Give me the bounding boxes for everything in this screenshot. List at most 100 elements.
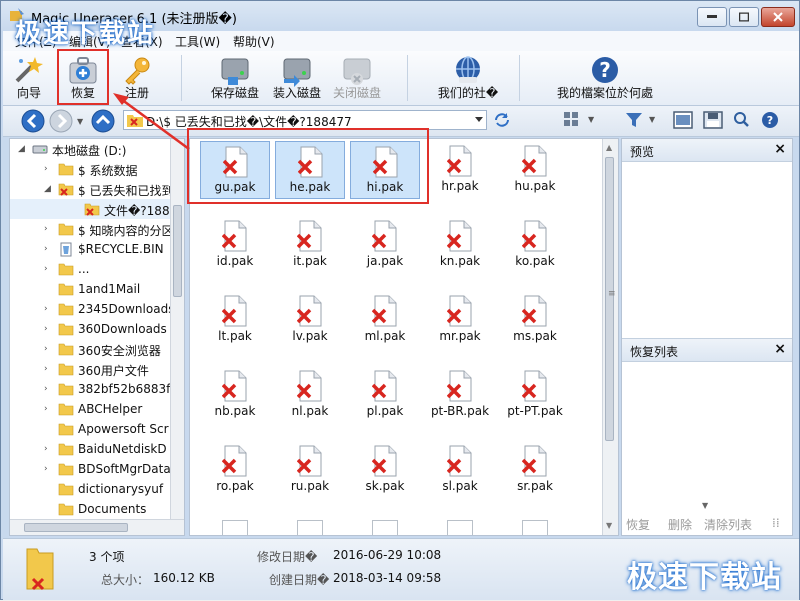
save-disk-button[interactable]: 保存磁盘 bbox=[207, 53, 263, 103]
file-item[interactable]: ro.pak bbox=[200, 441, 270, 499]
more-icon[interactable]: ⁞⁞ bbox=[772, 516, 780, 530]
tree-item[interactable]: › 2345Downloads bbox=[10, 299, 174, 319]
file-item[interactable]: lt.pak bbox=[200, 291, 270, 349]
file-item[interactable]: pt-BR.pak bbox=[425, 366, 495, 424]
refresh-icon[interactable] bbox=[493, 111, 511, 129]
minimize-button[interactable] bbox=[697, 7, 727, 27]
file-item-partial[interactable] bbox=[222, 520, 248, 535]
preview-pane-toggle-icon[interactable] bbox=[673, 111, 693, 129]
expand-arrow-icon[interactable]: › bbox=[44, 344, 48, 354]
tree-item[interactable]: › 360Downloads bbox=[10, 319, 170, 339]
address-dropdown-icon[interactable] bbox=[475, 117, 483, 122]
expand-arrow-icon[interactable]: › bbox=[44, 404, 48, 414]
expand-arrow-icon[interactable]: › bbox=[44, 324, 48, 334]
menu-tools[interactable]: 工具(W) bbox=[175, 33, 220, 50]
view-mode-icon[interactable] bbox=[563, 111, 579, 127]
collapse-arrow-icon[interactable]: ◢ bbox=[44, 184, 51, 194]
menu-help[interactable]: 帮助(V) bbox=[233, 33, 275, 50]
file-location-help-button[interactable]: ? 我的檔案位於何處 bbox=[553, 53, 657, 103]
delete-button[interactable]: 删除 bbox=[668, 516, 692, 533]
tree-scrollbar[interactable] bbox=[170, 139, 184, 519]
mount-disk-button[interactable]: 装入磁盘 bbox=[269, 53, 325, 103]
tree-item[interactable]: Apowersoft Scr bbox=[10, 419, 170, 439]
up-button[interactable] bbox=[91, 109, 115, 133]
tree-item[interactable]: › ABCHelper bbox=[10, 399, 170, 419]
community-button[interactable]: 我们的社� bbox=[435, 53, 501, 103]
expand-arrow-icon[interactable]: › bbox=[44, 384, 48, 394]
expand-arrow-icon[interactable]: › bbox=[44, 224, 48, 234]
file-item[interactable]: nl.pak bbox=[275, 366, 345, 424]
save-view-icon[interactable] bbox=[703, 111, 723, 129]
expand-arrow-icon[interactable]: › bbox=[44, 244, 48, 254]
tree-item[interactable]: › $RECYCLE.BIN bbox=[10, 239, 170, 259]
file-item-partial[interactable] bbox=[372, 520, 398, 535]
expand-arrow-icon[interactable]: › bbox=[44, 164, 48, 174]
file-item[interactable]: pt-PT.pak bbox=[500, 366, 570, 424]
expand-arrow-icon[interactable]: › bbox=[44, 464, 48, 474]
recover-button[interactable]: 恢复 bbox=[61, 53, 105, 103]
tree-item[interactable]: › 382bf52b6883f0 bbox=[10, 379, 178, 399]
scroll-thumb[interactable] bbox=[605, 157, 614, 441]
tree-item[interactable]: › BDSoftMgrData bbox=[10, 459, 171, 479]
tree-item[interactable]: › $ 知晓内容的分区 bbox=[10, 219, 173, 239]
history-dropdown-icon[interactable]: ▼ bbox=[77, 117, 83, 126]
file-item[interactable]: ko.pak bbox=[500, 216, 570, 274]
tree-item[interactable]: Documents bbox=[10, 499, 170, 519]
file-item[interactable]: he.pak bbox=[275, 141, 345, 199]
expand-arrow-icon[interactable]: ▼ bbox=[702, 501, 708, 510]
file-item[interactable]: hr.pak bbox=[425, 141, 495, 199]
file-item[interactable]: id.pak bbox=[200, 216, 270, 274]
expand-arrow-icon[interactable]: › bbox=[44, 364, 48, 374]
search-icon[interactable] bbox=[733, 111, 749, 127]
close-button[interactable] bbox=[761, 7, 795, 27]
file-item[interactable]: ml.pak bbox=[350, 291, 420, 349]
file-item[interactable]: hu.pak bbox=[500, 141, 570, 199]
tree-item[interactable]: 1and1Mail bbox=[10, 279, 170, 299]
file-list-scrollbar[interactable]: ▲ ≡ ▼ bbox=[602, 139, 618, 535]
collapse-arrow-icon[interactable]: ◢ bbox=[18, 144, 25, 154]
file-item[interactable]: ja.pak bbox=[350, 216, 420, 274]
clear-list-button[interactable]: 清除列表 bbox=[704, 516, 752, 533]
scroll-thumb[interactable] bbox=[173, 205, 182, 297]
file-item[interactable]: sk.pak bbox=[350, 441, 420, 499]
file-item[interactable]: hi.pak bbox=[350, 141, 420, 199]
tree-item[interactable]: 文件�?188477 bbox=[10, 199, 184, 219]
scroll-down-icon[interactable]: ▼ bbox=[606, 521, 612, 530]
tree-item[interactable]: › BaiduNetdiskD bbox=[10, 439, 170, 459]
tree-item[interactable]: › $ 系统数据 bbox=[10, 159, 170, 179]
close-preview-icon[interactable]: × bbox=[774, 141, 786, 157]
file-item[interactable]: mr.pak bbox=[425, 291, 495, 349]
file-item[interactable]: gu.pak bbox=[200, 141, 270, 199]
recover-list-button[interactable]: 恢复 bbox=[626, 516, 650, 533]
file-item[interactable]: pl.pak bbox=[350, 366, 420, 424]
file-item-partial[interactable] bbox=[447, 520, 473, 535]
file-item-partial[interactable] bbox=[297, 520, 323, 535]
scroll-up-icon[interactable]: ▲ bbox=[606, 143, 612, 152]
address-input[interactable]: D:\$ 已丢失和已找�\文件�?188477 bbox=[123, 110, 487, 130]
filter-dropdown-icon[interactable]: ▼ bbox=[649, 115, 655, 124]
file-item[interactable]: it.pak bbox=[275, 216, 345, 274]
file-item[interactable]: ms.pak bbox=[500, 291, 570, 349]
tree-item[interactable]: ›... bbox=[10, 259, 170, 279]
filter-icon[interactable] bbox=[625, 111, 643, 129]
view-dropdown-icon[interactable]: ▼ bbox=[588, 115, 594, 124]
register-button[interactable]: 注册 bbox=[117, 53, 157, 103]
file-item[interactable]: nb.pak bbox=[200, 366, 270, 424]
expand-arrow-icon[interactable]: › bbox=[44, 444, 48, 454]
file-item[interactable]: kn.pak bbox=[425, 216, 495, 274]
file-item-partial[interactable] bbox=[522, 520, 548, 535]
tree-item[interactable]: dictionarysyuf bbox=[10, 479, 170, 499]
tree-item[interactable]: ◢ 本地磁盘 (D:) bbox=[10, 139, 170, 159]
tree-horizontal-scrollbar[interactable] bbox=[10, 519, 184, 535]
expand-arrow-icon[interactable]: › bbox=[44, 264, 48, 274]
help-icon[interactable]: ? bbox=[761, 111, 779, 129]
file-item[interactable]: sl.pak bbox=[425, 441, 495, 499]
tree-item[interactable]: › 360用户文件 bbox=[10, 359, 170, 379]
close-recovery-list-icon[interactable]: × bbox=[774, 341, 786, 357]
wizard-button[interactable]: 向导 bbox=[9, 53, 49, 103]
scroll-thumb[interactable] bbox=[24, 523, 128, 532]
maximize-button[interactable] bbox=[729, 7, 759, 27]
file-item[interactable]: sr.pak bbox=[500, 441, 570, 499]
tree-item[interactable]: ◢ $ 已丢失和已找到 bbox=[10, 179, 173, 199]
back-button[interactable] bbox=[21, 109, 45, 133]
